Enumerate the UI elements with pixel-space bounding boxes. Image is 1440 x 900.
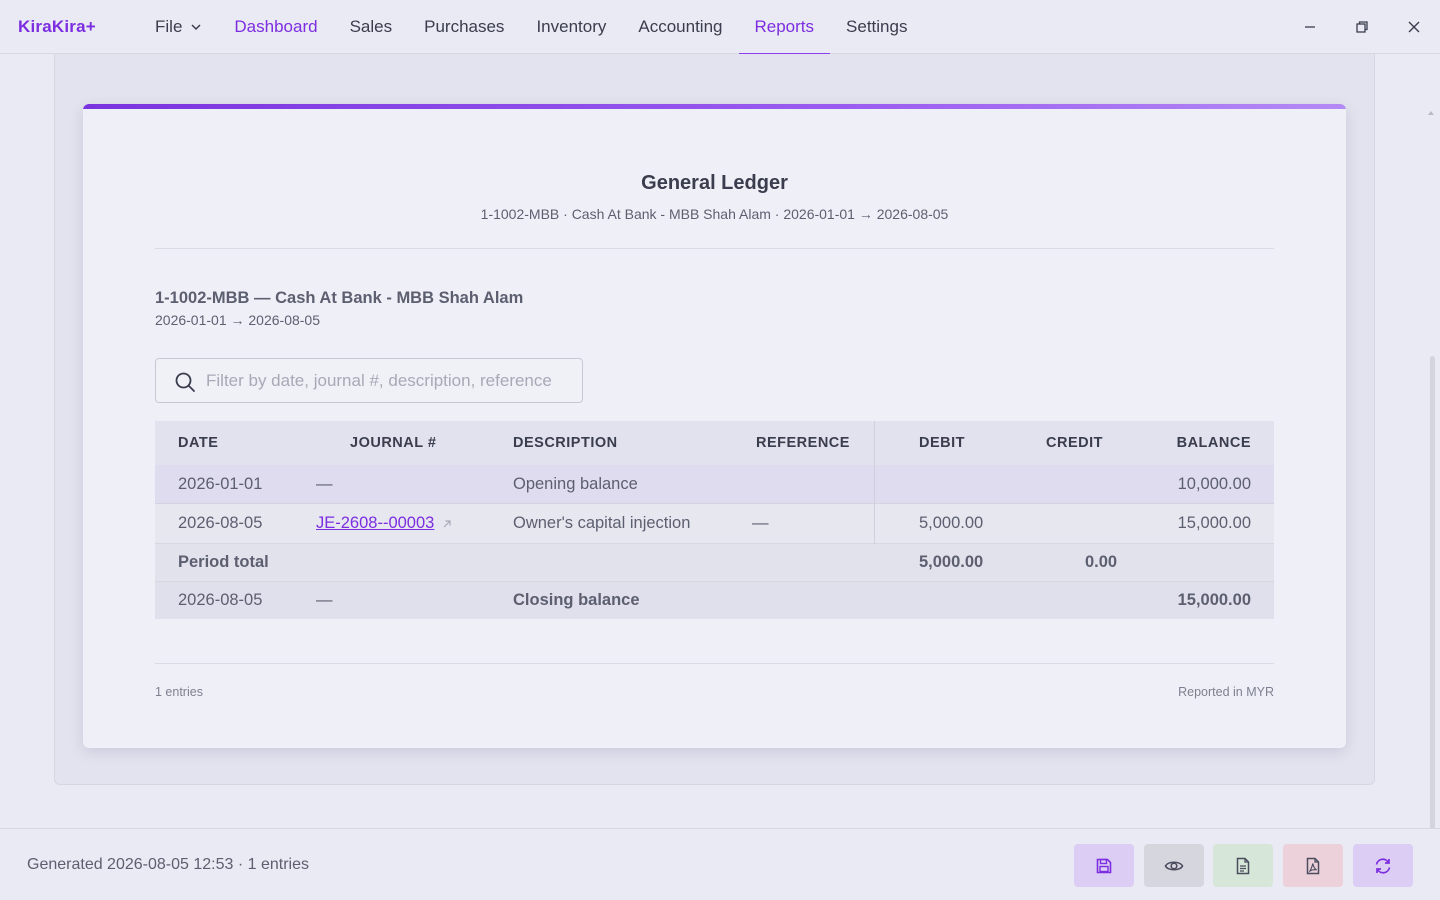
row-balance: 15,000.00 [1177,514,1251,532]
period-total-row: Period total 5,000.00 0.00 [155,544,1274,582]
row-date: 2026-08-05 [178,514,263,532]
row-date: 2026-01-01 [178,474,263,493]
currency-note: Reported in MYR [1178,685,1274,699]
external-link-icon[interactable] [442,519,452,529]
save-button[interactable] [1074,844,1134,887]
refresh-icon [1375,857,1391,874]
main-menu: File Dashboard Sales Purchases Inventory… [139,0,923,55]
report-subtitle: 1-1002-MBB · Cash At Bank - MBB Shah Ala… [480,206,949,222]
closing-balance: 15,000.00 [1177,591,1251,609]
report-card: General Ledger 1-1002-MBB · Cash At Bank… [83,104,1346,748]
scroll-thumb[interactable] [1430,356,1435,881]
closing-balance-row: 2026-08-05 — Closing balance 15,000.00 [155,582,1274,619]
menu-file-label: File [155,17,183,36]
account-title: 1-1002-MBB — Cash At Bank - MBB Shah Ala… [155,289,524,307]
menu-dashboard[interactable]: Dashboard [218,0,333,54]
eye-icon [1164,860,1184,871]
col-balance[interactable]: BALANCE [1177,421,1251,465]
col-debit[interactable]: DEBIT [919,421,965,465]
menu-file[interactable]: File [139,0,218,54]
divider [155,248,1274,249]
row-balance: 10,000.00 [1177,474,1251,493]
menu-settings[interactable]: Settings [830,0,923,54]
status-text: Generated 2026-08-05 12:53 · 1 entries [27,856,309,873]
row-description: Owner's capital injection [513,514,691,532]
top-bar: KiraKira+ File Dashboard Sales Purchases… [0,0,1440,55]
restore-icon [1356,21,1368,33]
minimize-icon [1305,26,1315,28]
preview-button[interactable] [1144,844,1204,887]
period-total-credit: 0.00 [1085,553,1118,571]
menu-accounting[interactable]: Accounting [622,0,738,54]
window-controls [1284,0,1440,54]
menu-sales[interactable]: Sales [334,0,409,54]
refresh-button[interactable] [1353,844,1413,887]
table-row[interactable]: 2026-08-05 JE-2608--00003 Owner's capita… [155,504,1274,544]
report-title: General Ledger [641,172,788,194]
close-icon [1408,21,1420,33]
row-journal: — [316,474,333,493]
scroll-up-arrow[interactable] [1428,111,1434,115]
column-separator [874,421,875,544]
entries-count: 1 entries [155,685,203,699]
period-total-label: Period total [178,553,269,571]
col-credit[interactable]: CREDIT [1046,421,1103,465]
app-logo: KiraKira+ [18,17,96,36]
col-description[interactable]: DESCRIPTION [513,421,618,465]
period-total-debit: 5,000.00 [919,553,984,571]
closing-journal: — [316,591,333,609]
export-pdf-button[interactable] [1283,844,1343,887]
menu-inventory[interactable]: Inventory [520,0,622,54]
minimize-button[interactable] [1284,0,1336,54]
close-button[interactable] [1388,0,1440,54]
row-journal: JE-2608--00003 [316,504,452,543]
ledger-table: DATE JOURNAL # DESCRIPTION REFERENCE DEB… [155,421,1274,619]
menu-purchases[interactable]: Purchases [408,0,520,54]
scrollbar[interactable] [1428,54,1438,881]
closing-label: Closing balance [513,591,640,609]
status-bar: Generated 2026-08-05 12:53 · 1 entries [0,828,1440,900]
row-description: Opening balance [513,474,638,493]
col-reference[interactable]: REFERENCE [756,421,850,465]
menu-reports[interactable]: Reports [738,0,831,55]
divider [155,663,1274,664]
document-icon [1236,857,1250,874]
row-reference: — [752,514,769,532]
filter-input[interactable] [206,359,556,402]
filter-box [155,358,583,403]
col-journal[interactable]: JOURNAL # [350,421,436,465]
save-icon [1096,858,1112,873]
closing-date: 2026-08-05 [178,591,263,609]
search-icon [175,372,195,392]
export-document-button[interactable] [1213,844,1273,887]
table-header: DATE JOURNAL # DESCRIPTION REFERENCE DEB… [155,421,1274,465]
journal-link[interactable]: JE-2608--00003 [316,514,434,533]
account-date-range: 2026-01-01 → 2026-08-05 [155,312,321,328]
row-debit: 5,000.00 [919,514,984,532]
card-accent-bar [83,104,1346,109]
table-row[interactable]: 2026-01-01 — Opening balance 10,000.00 [155,465,1274,504]
col-date[interactable]: DATE [178,421,218,465]
pdf-icon [1306,857,1320,874]
restore-button[interactable] [1336,0,1388,54]
chevron-down-icon [191,24,201,31]
